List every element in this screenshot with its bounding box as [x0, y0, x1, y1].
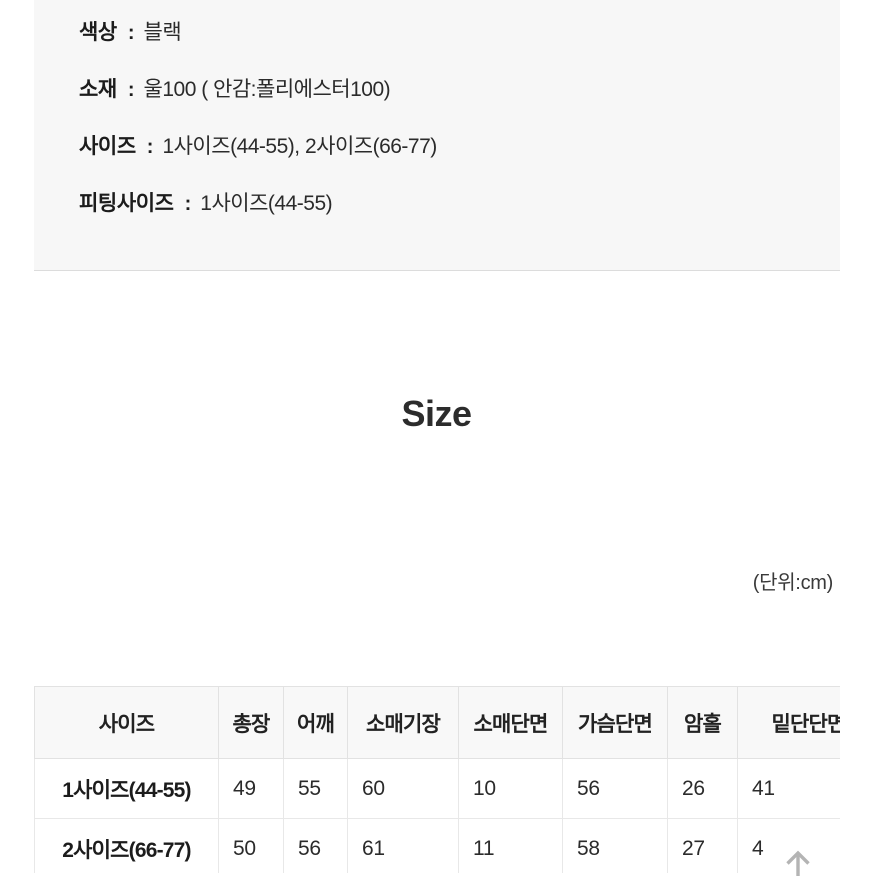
size-unit-note: (단위:cm)	[752, 572, 834, 594]
spec-row-color: 색상 : 블랙	[79, 16, 182, 46]
spec-label-size: 사이즈	[79, 135, 136, 158]
arrow-up-icon	[786, 850, 810, 876]
spec-label-color: 색상	[79, 21, 117, 44]
size-table-header-hem-width: 밑단단면	[737, 686, 840, 759]
product-spec-panel: 색상 : 블랙 소재 : 울100 ( 안감:폴리에스터100) 사이즈 : 1…	[34, 0, 840, 271]
size-table-cell-chest-width: 56	[562, 758, 668, 819]
size-section-heading: Size	[401, 393, 472, 434]
scroll-to-top-button[interactable]	[775, 840, 821, 886]
spec-value-material: 울100 ( 안감:폴리에스터100)	[143, 78, 391, 101]
size-table: 사이즈 총장 어깨 소매기장 소매단면 가슴단면 암홀 밑단단면 1사이즈(44…	[34, 686, 840, 873]
spec-row-size: 사이즈 : 1사이즈(44-55), 2사이즈(66-77)	[79, 130, 437, 160]
size-table-header-chest-width: 가슴단면	[562, 686, 668, 759]
spec-label-fitting-size: 피팅사이즈	[79, 192, 174, 215]
spec-separator-material: :	[127, 79, 135, 101]
spec-separator-size: :	[146, 136, 154, 158]
size-table-cell-hem-width: 41	[737, 758, 840, 819]
table-row: 1사이즈(44-55) 49 55 60 10 56 26 41	[34, 758, 840, 819]
size-table-cell-sleeve-width: 11	[458, 818, 563, 873]
spec-label-material: 소재	[79, 78, 117, 101]
size-table-cell-shoulder: 56	[283, 818, 348, 873]
size-table-header-sleeve-width: 소매단면	[458, 686, 563, 759]
spec-row-material: 소재 : 울100 ( 안감:폴리에스터100)	[79, 73, 391, 103]
size-table-header-sleeve-length: 소매기장	[347, 686, 459, 759]
size-table-cell-name: 2사이즈(66-77)	[34, 818, 219, 873]
spec-row-fitting-size: 피팅사이즈 : 1사이즈(44-55)	[79, 187, 333, 217]
size-table-header-length: 총장	[218, 686, 284, 759]
spec-value-size: 1사이즈(44-55), 2사이즈(66-77)	[162, 135, 437, 158]
size-table-cell-length: 49	[218, 758, 284, 819]
size-table-header-armhole: 암홀	[667, 686, 738, 759]
size-table-cell-armhole: 27	[667, 818, 738, 873]
size-table-cell-name: 1사이즈(44-55)	[34, 758, 219, 819]
size-table-cell-chest-width: 58	[562, 818, 668, 873]
size-table-header-size: 사이즈	[34, 686, 219, 759]
table-row: 2사이즈(66-77) 50 56 61 11 58 27 4	[34, 818, 840, 873]
size-table-cell-shoulder: 55	[283, 758, 348, 819]
spec-value-fitting-size: 1사이즈(44-55)	[200, 192, 333, 215]
size-table-container: 사이즈 총장 어깨 소매기장 소매단면 가슴단면 암홀 밑단단면 1사이즈(44…	[34, 686, 840, 873]
size-table-cell-armhole: 26	[667, 758, 738, 819]
spec-separator-color: :	[127, 22, 135, 44]
size-table-cell-length: 50	[218, 818, 284, 873]
size-table-header-row: 사이즈 총장 어깨 소매기장 소매단면 가슴단면 암홀 밑단단면	[34, 686, 840, 759]
size-table-cell-sleeve-length: 61	[347, 818, 459, 873]
spec-separator-fitting-size: :	[184, 193, 192, 215]
size-table-cell-sleeve-width: 10	[458, 758, 563, 819]
spec-value-color: 블랙	[143, 21, 182, 44]
size-table-header-shoulder: 어깨	[283, 686, 348, 759]
size-table-cell-sleeve-length: 60	[347, 758, 459, 819]
